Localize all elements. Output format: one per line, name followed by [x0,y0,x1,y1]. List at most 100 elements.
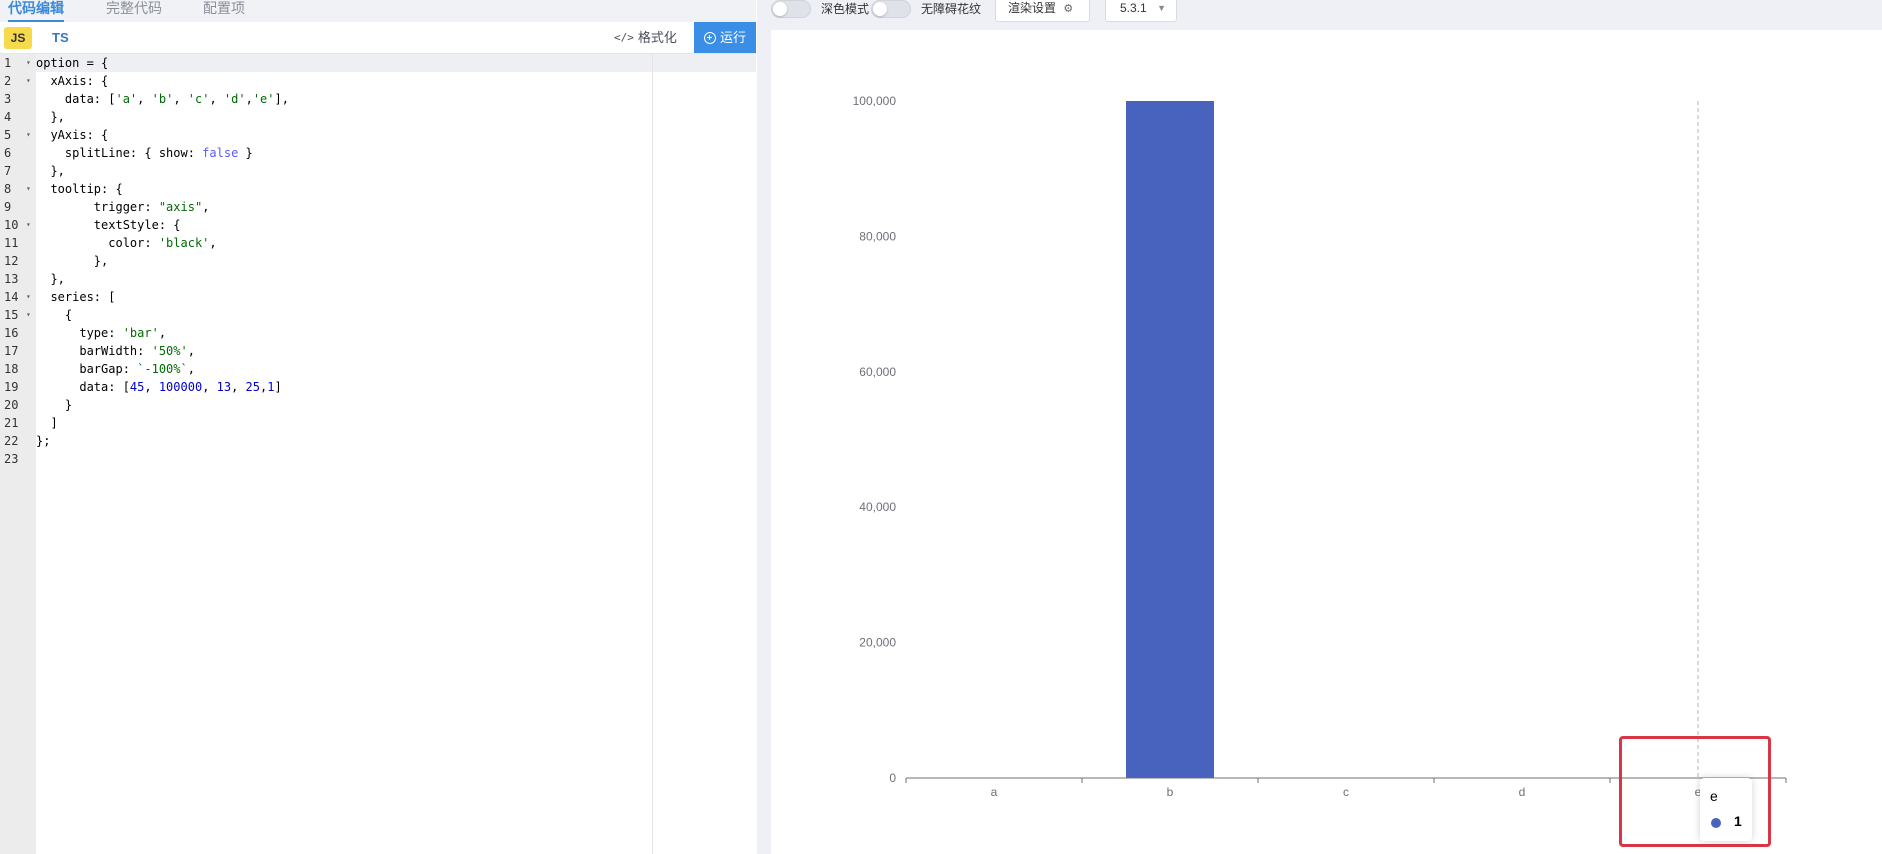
language-bar: JS TS </> 格式化 运行 [0,22,756,54]
lang-js-button[interactable]: JS [4,27,32,49]
run-button-label: 运行 [719,30,746,45]
line-number: 19 [4,380,19,394]
line-number: 7 [4,164,12,178]
render-settings-label: 渲染设置 [1008,1,1057,15]
code-line[interactable]: } [36,396,756,414]
lang-ts-button[interactable]: TS [52,27,69,49]
y-tick-label: 60,000 [859,365,896,379]
code-line[interactable]: barWidth: '50%', [36,342,756,360]
code-line[interactable]: option = { [36,54,756,72]
version-value: 5.3.1 [1120,1,1147,15]
line-number: 4 [4,110,12,124]
toggle-knob [773,2,787,16]
code-line[interactable]: }; [36,432,756,450]
code-line[interactable]: { [36,306,756,324]
code-editor-pane: 代码编辑 完整代码 配置项 JS TS </> 格式化 运行 1 ▾ 2 ▾ 3 4 5 ▾ 6… [0,0,756,854]
y-tick-label: 20,000 [859,636,896,650]
line-number: 13 [4,272,19,286]
app-root: 代码编辑 完整代码 配置项 JS TS </> 格式化 运行 1 ▾ 2 ▾ 3 4 5 ▾ 6… [0,0,1882,854]
code-icon: </> [614,31,634,44]
accessibility-pattern-toggle[interactable] [871,0,911,18]
annotation-highlight-box [1619,736,1771,847]
code-line[interactable]: trigger: "axis", [36,198,756,216]
code-line[interactable]: data: [45, 100000, 13, 25,1] [36,378,756,396]
print-margin [652,54,653,854]
gear-icon: ⚙ [1063,3,1074,15]
preview-pane: 深色模式 无障碍花纹 渲染设置 ⚙ 5.3.1 ▼ 0 20,000 40,000 6… [757,0,1882,854]
y-tick-label: 80,000 [859,229,896,243]
code-line[interactable]: yAxis: { [36,126,756,144]
y-tick-label: 0 [889,771,896,785]
x-tick-label: d [1519,785,1526,799]
play-circle-icon [703,31,716,44]
line-number: 6 [4,146,12,160]
line-number: 23 [4,452,19,466]
code-line[interactable]: color: 'black', [36,234,756,252]
code-line[interactable]: textStyle: { [36,216,756,234]
chevron-down-icon: ▼ [1157,3,1166,13]
format-button-label: 格式化 [637,30,677,45]
dark-mode-toggle[interactable] [771,0,811,18]
line-number: 18 [4,362,19,376]
line-number: 14 ▾ [4,288,31,306]
preview-toolbar: 深色模式 无障碍花纹 渲染设置 ⚙ 5.3.1 ▼ [757,0,1882,26]
code-line[interactable]: splitLine: { show: false } [36,144,756,162]
fold-toggle-icon[interactable]: ▾ [26,306,31,324]
code-line[interactable]: xAxis: { [36,72,756,90]
x-tick-label: c [1343,785,1349,799]
code-area[interactable]: option = { xAxis: { data: ['a', 'b', 'c'… [36,54,756,854]
accessibility-pattern-label: 无障碍花纹 [921,2,982,16]
line-number-gutter: 1 ▾ 2 ▾ 3 4 5 ▾ 6 7 8 ▾ 9 10 ▾ 11 12 13 14 ▾ 15 ▾ 16 17 18 19 20 21… [0,54,36,854]
code-line[interactable]: tooltip: { [36,180,756,198]
fold-toggle-icon[interactable]: ▾ [26,126,31,144]
fold-toggle-icon[interactable]: ▾ [26,216,31,234]
code-editor[interactable]: 1 ▾ 2 ▾ 3 4 5 ▾ 6 7 8 ▾ 9 10 ▾ 11 12 13 14 ▾ 15 ▾ 16 17 18 19 20 21… [0,54,756,854]
code-line[interactable]: }, [36,252,756,270]
dark-mode-label: 深色模式 [821,2,870,16]
line-number: 11 [4,236,19,250]
line-number: 17 [4,344,19,358]
x-tick-label: b [1167,785,1174,799]
line-number: 5 ▾ [4,126,31,144]
line-number: 22 [4,434,19,448]
line-number: 10 ▾ [4,216,31,234]
version-select[interactable]: 5.3.1 ▼ [1105,0,1177,22]
code-line[interactable]: data: ['a', 'b', 'c', 'd','e'], [36,90,756,108]
code-line[interactable]: ] [36,414,756,432]
x-tick-label: a [991,785,998,799]
tab-full-code[interactable]: 完整代码 [106,0,162,22]
editor-tab-bar: 代码编辑 完整代码 配置项 [0,0,756,22]
line-number: 8 ▾ [4,180,31,198]
line-number: 12 [4,254,19,268]
tab-config[interactable]: 配置项 [203,0,245,22]
toggle-knob [873,2,887,16]
code-line[interactable]: }, [36,162,756,180]
line-number: 2 ▾ [4,72,31,90]
y-tick-label: 100,000 [853,94,897,108]
line-number: 20 [4,398,19,412]
y-tick-label: 40,000 [859,500,896,514]
bar-b[interactable] [1126,101,1214,778]
fold-toggle-icon[interactable]: ▾ [26,180,31,198]
code-line[interactable]: type: 'bar', [36,324,756,342]
fold-toggle-icon[interactable]: ▾ [26,72,31,90]
line-number: 21 [4,416,19,430]
render-settings-button[interactable]: 渲染设置 ⚙ [995,0,1090,22]
run-button[interactable]: 运行 [694,22,756,53]
bar-chart[interactable]: 020,00040,00060,00080,000100,000a b c d e [771,30,1882,854]
format-button[interactable]: </> 格式化 [614,26,677,50]
line-number: 1 ▾ [4,54,31,72]
code-line[interactable]: barGap: `-100%`, [36,360,756,378]
chart-panel: 0 20,000 40,000 60,000 80,000 100,000 a b c d e [771,30,1882,854]
code-line[interactable] [36,450,756,468]
line-number: 15 ▾ [4,306,31,324]
fold-toggle-icon[interactable]: ▾ [26,54,31,72]
code-line[interactable]: }, [36,108,756,126]
code-line[interactable]: }, [36,270,756,288]
code-line[interactable]: series: [ [36,288,756,306]
line-number: 16 [4,326,19,340]
tab-code-edit[interactable]: 代码编辑 [8,0,64,22]
fold-toggle-icon[interactable]: ▾ [26,288,31,306]
line-number: 3 [4,92,12,106]
line-number: 9 [4,200,12,214]
